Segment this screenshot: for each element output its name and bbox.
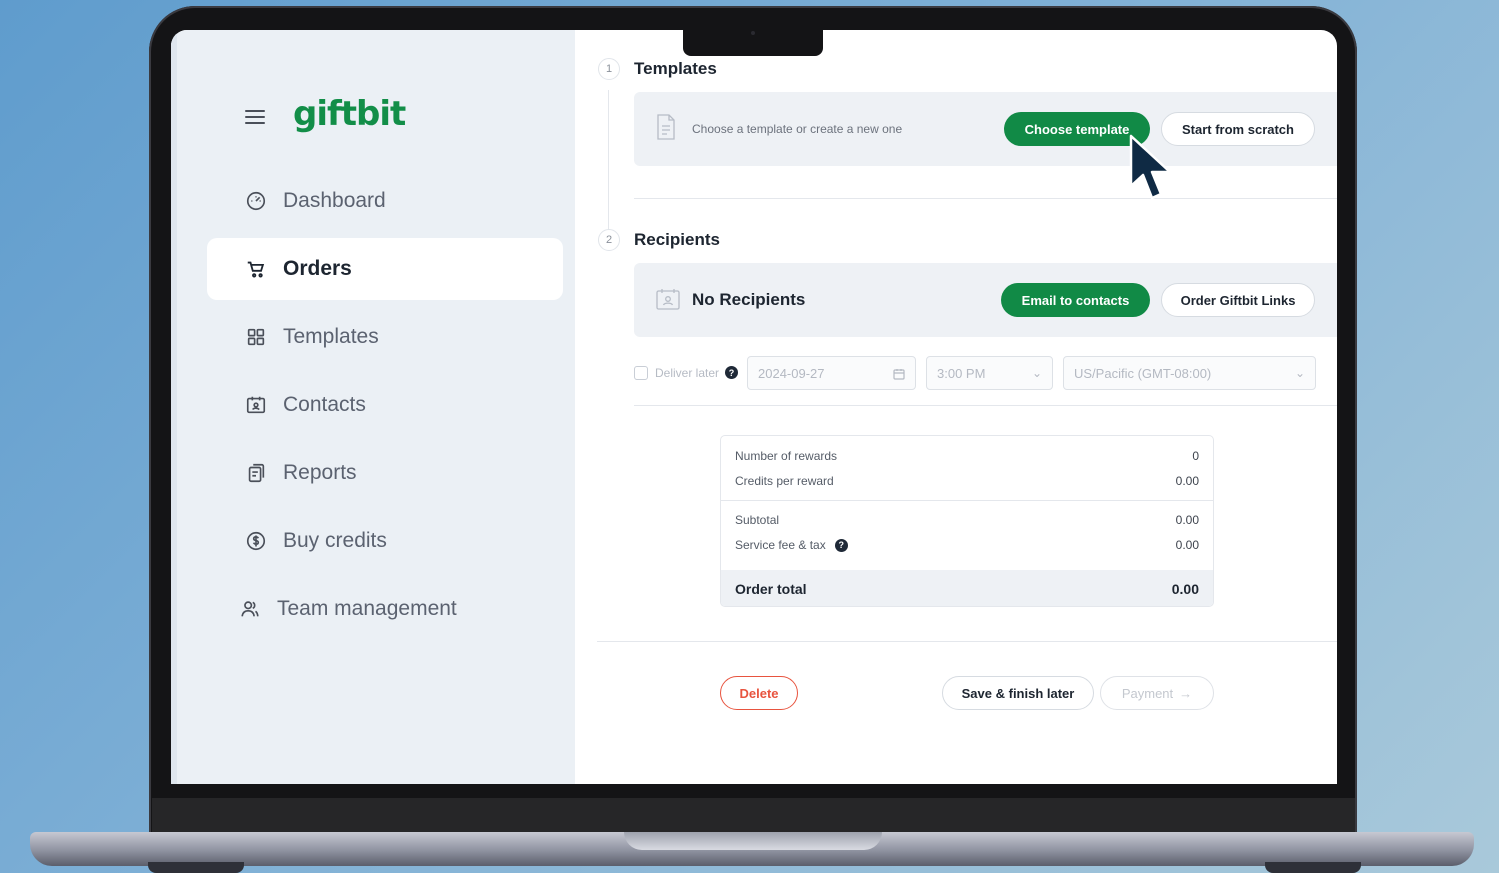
summary-value: 0 [1192, 449, 1199, 463]
timezone-value: US/Pacific (GMT-08:00) [1074, 365, 1212, 381]
summary-row: Subtotal 0.00 [735, 513, 1199, 527]
mouse-pointer-icon [1129, 134, 1172, 200]
sidebar-item-label: Reports [283, 461, 357, 484]
summary-label-wrap: Service fee & tax ? [735, 538, 848, 552]
templates-hint: Choose a template or create a new one [692, 122, 903, 136]
summary-label: Credits per reward [735, 474, 834, 488]
sidebar-item-dashboard[interactable]: Dashboard [207, 170, 563, 232]
order-summary: Number of rewards 0 Credits per reward 0… [720, 435, 1214, 607]
section-divider [634, 198, 1337, 199]
calendar-icon [893, 369, 905, 380]
recipients-panel: No Recipients Email to contacts Order Gi… [634, 263, 1337, 337]
dashboard-gauge-icon [246, 191, 266, 211]
chevron-down-icon: ⌄ [1294, 366, 1305, 380]
sidebar-item-team-management[interactable]: Team management [207, 578, 563, 640]
sidebar-item-contacts[interactable]: Contacts [207, 374, 563, 436]
start-from-scratch-button[interactable]: Start from scratch [1161, 112, 1315, 146]
summary-label: Number of rewards [735, 449, 838, 463]
footer-divider [597, 641, 1337, 642]
delivery-time-value: 3:00 PM [937, 365, 986, 381]
sidebar-item-buy-credits[interactable]: Buy credits [207, 510, 563, 572]
arrow-right-icon: → [1179, 685, 1193, 701]
order-total-value: 0.00 [1171, 581, 1199, 597]
delivery-date-value: 2024-09-27 [758, 365, 825, 381]
payment-label: Payment [1121, 685, 1174, 701]
delivery-date-field[interactable]: 2024-09-27 [747, 356, 916, 390]
delivery-time-select[interactable]: 3:00 PM ⌄ [926, 356, 1053, 390]
delete-button[interactable]: Delete [720, 676, 798, 710]
laptop-foot-left [148, 862, 244, 873]
section-divider [634, 405, 1337, 406]
document-icon [657, 114, 675, 140]
save-finish-later-button[interactable]: Save & finish later [942, 676, 1094, 710]
help-icon[interactable]: ? [725, 366, 738, 379]
summary-row: Service fee & tax ? 0.00 [735, 538, 1199, 552]
team-icon [241, 601, 259, 617]
payment-button[interactable]: Payment → [1100, 676, 1214, 710]
dollar-coin-icon [246, 531, 266, 551]
section-title-templates: Templates [634, 59, 717, 78]
laptop-chin [152, 798, 1355, 834]
timezone-select[interactable]: US/Pacific (GMT-08:00) ⌄ [1063, 356, 1316, 390]
templates-panel: Choose a template or create a new one Ch… [634, 92, 1337, 166]
contact-card-icon [246, 396, 266, 414]
step-number-templates: 1 [598, 58, 620, 80]
deliver-later-label: Deliver later [655, 366, 720, 380]
summary-label: Subtotal [735, 513, 780, 527]
chevron-down-icon: ⌄ [1031, 366, 1042, 380]
sidebar-item-label: Orders [283, 257, 352, 280]
order-main: 1 Templates Choose a template or create … [575, 30, 1337, 784]
laptop-foot-right [1265, 862, 1361, 873]
hamburger-menu-icon[interactable] [245, 106, 265, 124]
laptop-base-notch [624, 832, 882, 850]
summary-row: Credits per reward 0.00 [735, 474, 1199, 488]
step-connector [608, 90, 609, 230]
sidebar-edge [171, 30, 177, 784]
summary-divider [721, 500, 1213, 501]
section-title-recipients: Recipients [634, 230, 720, 249]
sidebar-item-label: Buy credits [283, 529, 387, 552]
order-total-label: Order total [735, 581, 807, 597]
order-giftbit-links-button[interactable]: Order Giftbit Links [1161, 283, 1315, 317]
camera-icon [751, 31, 755, 35]
email-to-contacts-button[interactable]: Email to contacts [1001, 283, 1150, 317]
sidebar-nav: Dashboard Orders Templates Contacts Repo… [207, 170, 563, 646]
order-total-row: Order total 0.00 [721, 570, 1213, 606]
help-icon[interactable]: ? [834, 538, 848, 552]
sidebar-item-templates[interactable]: Templates [207, 306, 563, 368]
summary-value: 0.00 [1175, 513, 1199, 527]
reports-icon [248, 463, 265, 483]
sidebar-item-reports[interactable]: Reports [207, 442, 563, 504]
sidebar: giftbit Dashboard Orders Templates Conta… [171, 30, 575, 784]
brand-logo[interactable]: giftbit [293, 94, 406, 134]
sidebar-item-label: Dashboard [283, 189, 386, 212]
no-recipients-label: No Recipients [692, 290, 806, 309]
summary-label: Service fee & tax [735, 538, 826, 552]
summary-value: 0.00 [1175, 538, 1199, 552]
sidebar-item-orders[interactable]: Orders [207, 238, 563, 300]
step-number-recipients: 2 [598, 229, 620, 251]
deliver-later-checkbox[interactable] [634, 366, 648, 380]
sidebar-item-label: Templates [283, 325, 379, 348]
grid-icon [247, 328, 265, 346]
summary-row: Number of rewards 0 [735, 449, 1199, 463]
contact-card-icon [656, 289, 680, 310]
sidebar-item-label: Contacts [283, 393, 366, 416]
summary-value: 0.00 [1175, 474, 1199, 488]
sidebar-item-label: Team management [277, 597, 457, 620]
cart-icon [247, 261, 265, 278]
